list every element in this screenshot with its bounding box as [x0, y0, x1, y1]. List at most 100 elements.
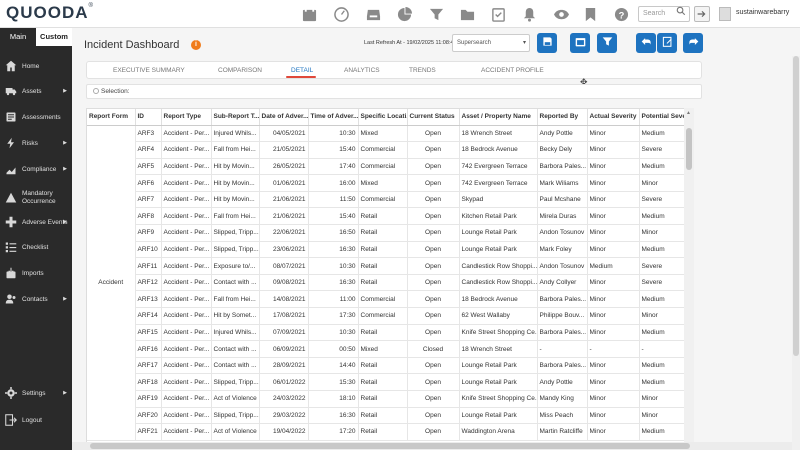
pie-chart-icon[interactable] — [396, 6, 412, 22]
sidebar-item-adverse-events[interactable]: Adverse Events ▶ — [0, 210, 72, 234]
table-row[interactable]: ARF14 Accident - Per... Hit by Somet... 17/… — [87, 307, 693, 325]
bookmark-icon[interactable] — [582, 6, 598, 22]
table-row[interactable]: ARF19 Accident - Per... Act of Violence 24/… — [87, 390, 693, 408]
table-cell: 17:30 — [308, 307, 359, 325]
table-row[interactable]: Accident ARF3 Accident - Per... Injured Whi… — [87, 125, 693, 441]
column-header[interactable]: Reported By — [537, 109, 588, 126]
table-cell: 15:30 — [308, 373, 359, 391]
table-row[interactable]: ARF4 Accident - Per... Fall from Hei... 21/… — [87, 141, 693, 159]
logout-top-button[interactable] — [694, 6, 710, 22]
selection-toggle[interactable] — [93, 88, 99, 95]
table-row[interactable]: ARF12 Accident - Per... Contact with ... 09… — [87, 274, 693, 292]
table-row[interactable]: ARF11 Accident - Per... Exposure to/... 08/… — [87, 257, 693, 275]
column-header[interactable]: Date of Adver... — [259, 109, 309, 126]
tab-trends[interactable]: TRENDS — [409, 67, 436, 74]
table-row[interactable]: ARF9 Accident - Per... Slipped, Tripp... 22… — [87, 224, 693, 242]
sidebar-item-risks[interactable]: Risks ▶ — [0, 131, 72, 155]
table-row[interactable]: ARF18 Accident - Per... Slipped, Tripp... 0… — [87, 373, 693, 391]
username[interactable]: sustainwarebarry — [736, 9, 789, 16]
column-header[interactable]: Current Status — [407, 109, 460, 126]
column-header[interactable]: Report Form — [87, 109, 136, 126]
filter-button[interactable] — [597, 33, 617, 53]
table-row[interactable]: ARF20 Accident - Per... Slipped, Tripp... 2… — [87, 407, 693, 425]
supersearch-select[interactable]: Supersearch ▾ — [452, 34, 530, 52]
gauge-icon[interactable] — [333, 6, 349, 22]
column-header[interactable]: Specific Locati... — [358, 109, 408, 126]
sidebar-item-settings[interactable]: Settings ▶ — [0, 381, 72, 405]
scroll-up-icon[interactable]: ▲ — [686, 110, 691, 116]
sidebar-item-compliance[interactable]: Compliance ▶ — [0, 157, 72, 181]
back-button[interactable] — [636, 33, 656, 53]
table-row[interactable]: ARF15 Accident - Per... Injured Whils... 07… — [87, 324, 693, 342]
sidebar-item-imports[interactable]: Imports — [0, 261, 72, 285]
sidebar-item-logout[interactable]: Logout — [0, 408, 72, 432]
tab-detail[interactable]: DETAIL — [291, 67, 313, 74]
table-scrollbar[interactable]: ▲ — [684, 108, 694, 450]
page-scrollbar[interactable] — [792, 56, 800, 450]
inbox-icon[interactable] — [365, 6, 381, 22]
sidebar-item-checklist[interactable]: Checklist — [0, 235, 72, 259]
table-row[interactable]: ARF21 Accident - Per... Act of Violence 19/… — [87, 423, 693, 441]
table-cell: Open — [407, 125, 460, 143]
table-row[interactable]: ARF8 Accident - Per... Fall from Hei... 21/… — [87, 207, 693, 226]
tab-comparison[interactable]: COMPARISON — [218, 67, 262, 74]
column-header[interactable]: Actual Severity — [587, 109, 640, 126]
horizontal-scroll-thumb[interactable] — [90, 443, 690, 449]
tab-executive-summary[interactable]: EXECUTIVE SUMMARY — [113, 67, 185, 74]
column-header[interactable]: Report Type — [161, 109, 212, 126]
table-cell: Lounge Retail Park — [459, 241, 538, 259]
sidebar-item-label: Adverse Events — [22, 218, 68, 226]
checklist-icon[interactable] — [490, 6, 506, 22]
table-row[interactable]: ARF13 Accident - Per... Fall from Hei... 14… — [87, 290, 693, 309]
calendar-icon[interactable] — [301, 6, 317, 22]
info-icon[interactable]: i — [191, 40, 201, 50]
table-cell: 24/03/2022 — [259, 390, 309, 408]
sidebar-item-assets[interactable]: Assets ▶ — [0, 79, 72, 103]
search-icon[interactable] — [673, 6, 689, 22]
table-cell: 17:20 — [308, 423, 359, 441]
sidebar-item-mandatory-occurrence[interactable]: Mandatory Occurrence — [0, 183, 72, 213]
table-row[interactable]: ARF7 Accident - Per... Hit by Movin... 21/0… — [87, 191, 693, 209]
table-cell: Accident - Per... — [161, 307, 212, 325]
column-header[interactable]: Asset / Property Name — [459, 109, 538, 126]
horizontal-scrollbar[interactable] — [72, 442, 792, 450]
table-cell: ARF21 — [135, 423, 162, 441]
forward-button[interactable] — [683, 33, 703, 53]
page-scroll-thumb[interactable] — [793, 56, 799, 356]
sidebar-item-contacts[interactable]: Contacts ▶ — [0, 287, 72, 311]
table-row[interactable]: ARF6 Accident - Per... Hit by Movin... 01/0… — [87, 174, 693, 192]
help-icon[interactable]: ? — [613, 6, 629, 22]
sidebar-tab-main[interactable]: Main — [0, 28, 36, 46]
edit-button[interactable] — [657, 33, 677, 53]
tab-analytics[interactable]: ANALYTICS — [344, 67, 380, 74]
column-header[interactable]: ID — [135, 109, 162, 126]
eye-icon[interactable] — [553, 6, 569, 22]
calendar-button[interactable] — [570, 33, 590, 53]
save-button[interactable] — [537, 33, 557, 53]
folder-icon[interactable] — [459, 6, 475, 22]
table-cell: Lounge Retail Park — [459, 224, 538, 242]
tab-accident-profile[interactable]: ACCIDENT PROFILE — [481, 67, 544, 74]
table-row[interactable]: ARF17 Accident - Per... Contact with ... 28… — [87, 357, 693, 375]
bell-icon[interactable] — [521, 6, 537, 22]
selection-bar[interactable]: Selection: — [86, 84, 702, 99]
column-header[interactable]: Time of Adver... — [308, 109, 359, 126]
table-cell: 21/06/2021 — [259, 191, 309, 209]
table-row[interactable]: ARF10 Accident - Per... Slipped, Tripp... 2… — [87, 241, 693, 259]
table-cell: Mixed — [358, 340, 408, 358]
table-row[interactable]: ARF5 Accident - Per... Hit by Movin... 26/0… — [87, 158, 693, 176]
avatar[interactable] — [719, 7, 731, 21]
sidebar-tab-custom[interactable]: Custom — [36, 28, 72, 46]
table-cell: Mirela Duras — [537, 207, 588, 226]
table-cell: 18 Bedrock Avenue — [459, 141, 538, 159]
sidebar-item-home[interactable]: Home — [0, 54, 72, 78]
filter-icon[interactable] — [428, 6, 444, 22]
column-header[interactable]: Sub-Report T... — [211, 109, 260, 126]
table-scroll-thumb[interactable] — [686, 128, 692, 170]
app-logo[interactable]: QUOODA® — [6, 3, 94, 23]
save-icon — [542, 34, 553, 52]
table-row[interactable]: ARF16 Accident - Per... Contact with ... 06… — [87, 340, 693, 358]
table-cell: Minor — [587, 191, 640, 209]
sidebar-item-assessments[interactable]: Assessments — [0, 105, 72, 129]
table-cell: Commercial — [358, 307, 408, 325]
